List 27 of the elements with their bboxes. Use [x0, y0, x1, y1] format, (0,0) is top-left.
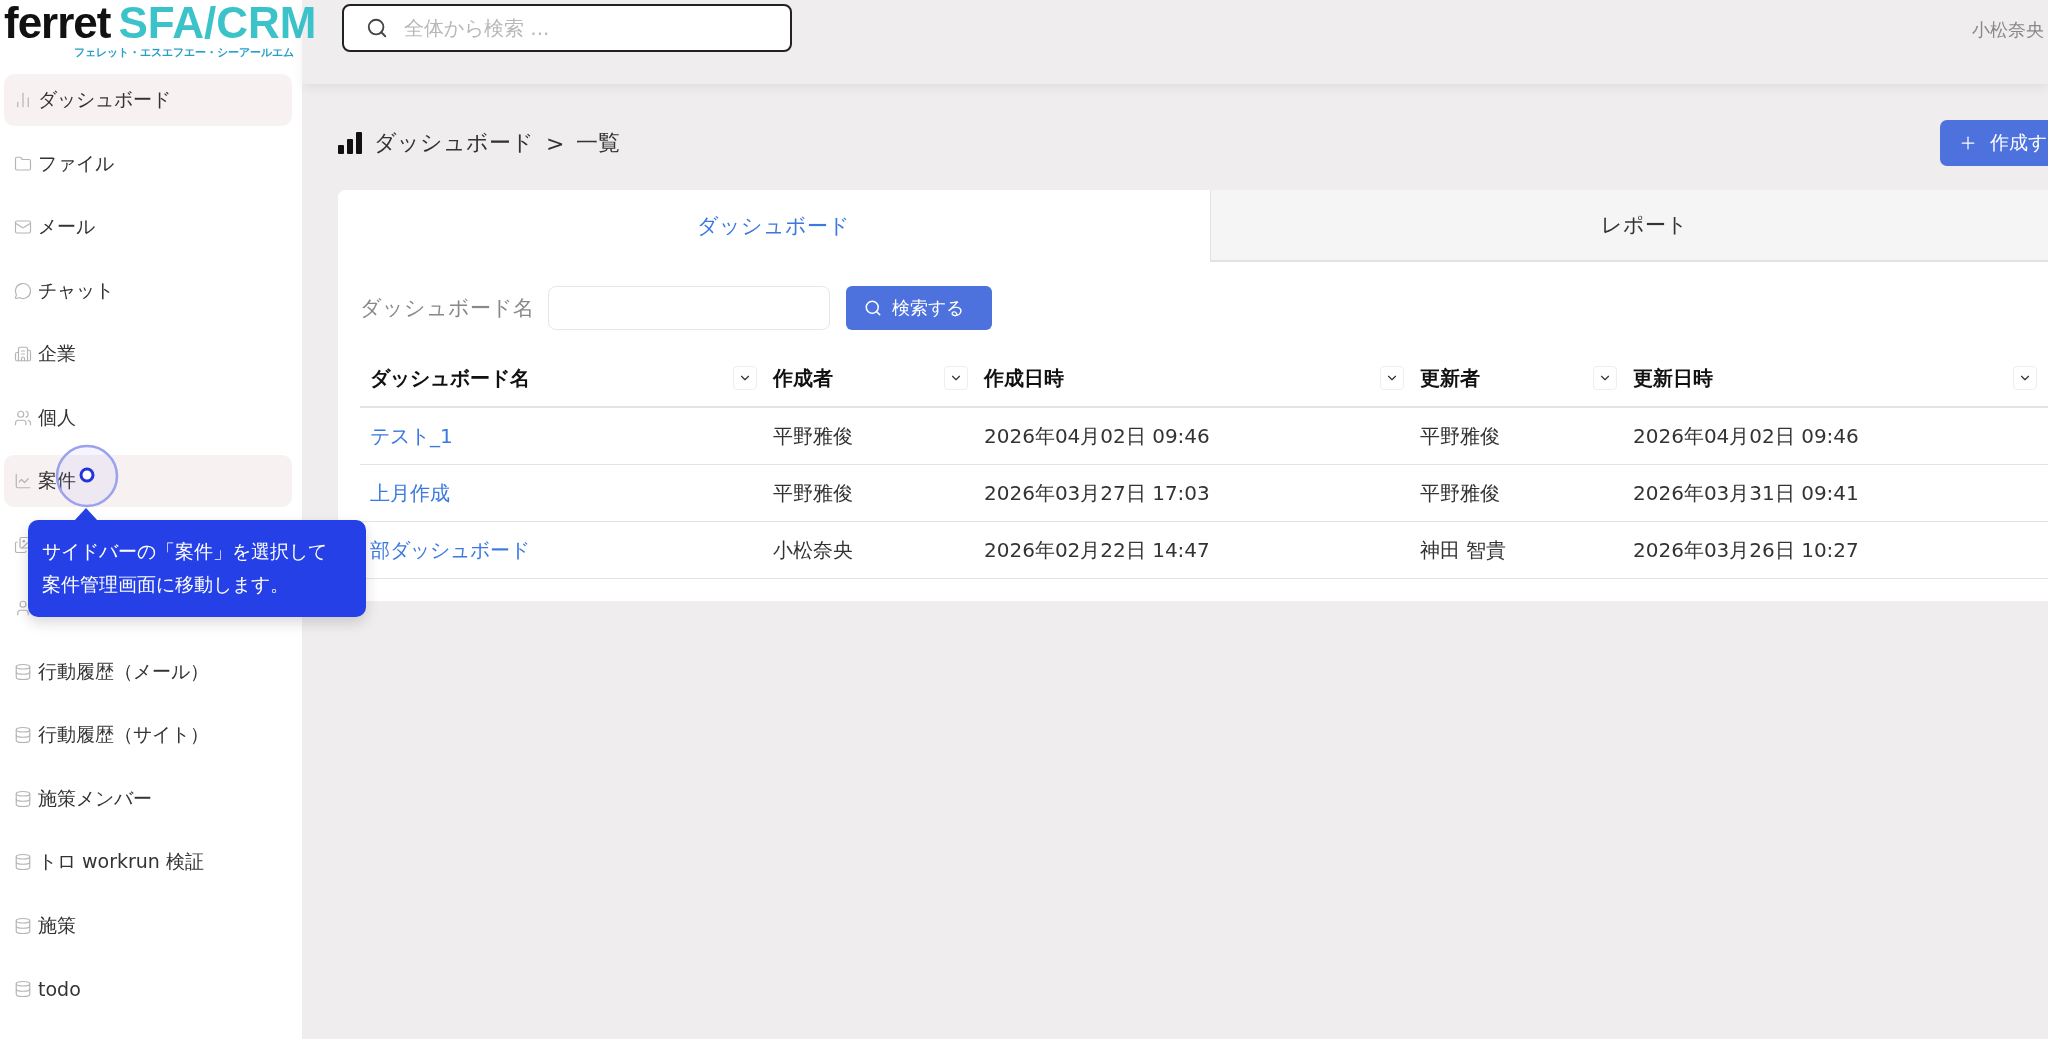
table-cell-text: 平野雅俊 — [772, 422, 853, 450]
tooltip-text: サイドバーの「案件」を選択して — [42, 539, 328, 564]
column-header: 更新日時 — [1633, 364, 1713, 392]
logo-product: SFA/CRM — [118, 0, 317, 46]
table-cell-text: 神田 智貴 — [1419, 536, 1507, 564]
table-cell-text: 2026年02月22日 14:47 — [983, 536, 1210, 564]
table-cell-text: 平野雅俊 — [1419, 479, 1500, 507]
table-cell-text: 2026年04月02日 09:46 — [1632, 422, 1859, 450]
table-cell-text: 2026年03月27日 17:03 — [983, 479, 1210, 507]
user-name: 小松奈央 — [1972, 18, 2044, 42]
table-cell-text: 平野雅俊 — [772, 479, 853, 507]
table-cell-text: 平野雅俊 — [1419, 422, 1500, 450]
column-header: 更新者 — [1420, 364, 1480, 392]
table-cell-text: 小松奈央 — [772, 536, 853, 564]
breadcrumb-separator: > — [546, 130, 565, 156]
breadcrumb-section: ダッシュボード — [374, 128, 534, 158]
filter-label: ダッシュボード名 — [360, 295, 534, 322]
breadcrumb-page: 一覧 — [576, 129, 621, 157]
tooltip-text: 案件管理画面に移動します。 — [42, 572, 290, 597]
column-header: 作成日時 — [984, 364, 1064, 392]
table-cell-text: 2026年03月31日 09:41 — [1632, 479, 1859, 507]
column-header: ダッシュボード名 — [370, 364, 530, 392]
column-header: 作成者 — [773, 364, 833, 392]
logo-wordmark: ferret — [4, 0, 111, 46]
table-cell-text: 2026年04月02日 09:46 — [983, 422, 1210, 450]
table-cell-text: 2026年03月26日 10:27 — [1632, 536, 1859, 564]
logo-reading: フェレット・エスエフエー・シーアールエム — [74, 46, 294, 60]
